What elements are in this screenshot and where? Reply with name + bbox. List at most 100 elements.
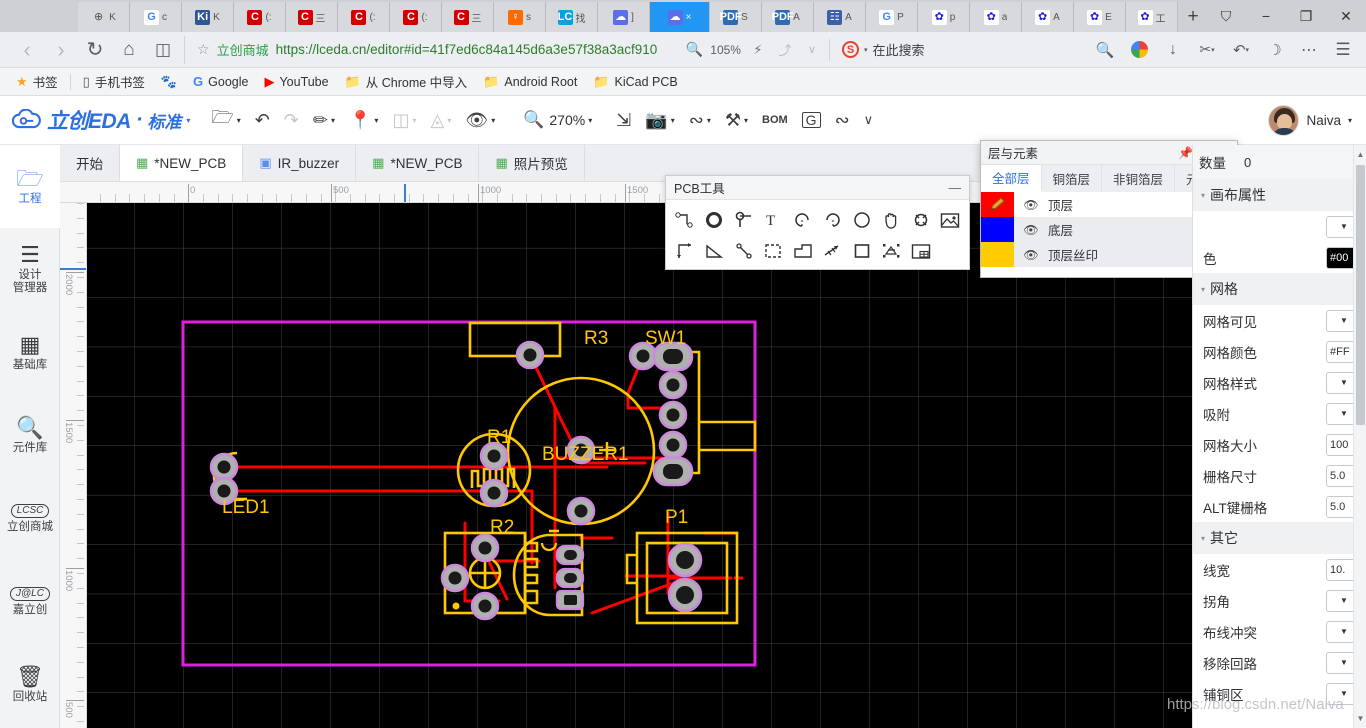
sidebar-item-jlc[interactable]: J@LC 嘉立创 [0, 560, 60, 643]
routing-conflict-row[interactable]: 布线冲突 ▼ [1193, 616, 1366, 647]
hole-icon[interactable] [906, 205, 936, 235]
new-tab-button[interactable]: + [1178, 2, 1208, 32]
maximize-button[interactable]: ❐ [1286, 0, 1326, 32]
minimize-icon[interactable]: — [949, 181, 962, 195]
bom-button[interactable]: BOM [755, 103, 795, 137]
measure-tool-button[interactable]: ◬ ▾ [423, 103, 458, 137]
circle-icon[interactable] [847, 205, 877, 235]
reload-button[interactable]: ↻ [78, 33, 112, 67]
eye-icon[interactable]: 👁 [1022, 223, 1040, 237]
canvas-prop-row-2[interactable]: 色 #00 [1193, 242, 1366, 273]
eye-icon[interactable]: 👁 [1022, 198, 1040, 212]
browser-tab[interactable]: ♀ s [494, 2, 546, 32]
net-button[interactable]: ∾ ▾ [682, 103, 718, 137]
browser-tab[interactable]: ✿ E [1074, 2, 1126, 32]
chevron-down-icon[interactable]: ▾ [186, 116, 190, 125]
import-button[interactable]: ⇲ [609, 103, 638, 137]
user-account[interactable]: Naiva ▾ [1268, 104, 1352, 136]
browser-tab[interactable]: ⊕ K [78, 2, 130, 32]
via-icon[interactable] [700, 205, 730, 235]
canvas-prop-row-1[interactable]: ▼ [1193, 211, 1366, 242]
browser-tab[interactable]: C (: [234, 2, 286, 32]
sidebar-item-component-lib[interactable]: 🔍 元件库 [0, 394, 60, 477]
image-icon[interactable] [936, 205, 966, 235]
browser-tab[interactable]: ✿ p [918, 2, 970, 32]
select-rect-icon[interactable] [759, 236, 789, 266]
bookmark-item-chrome-import[interactable]: 📁 从 Chrome 中导入 [337, 71, 476, 93]
moon-icon[interactable]: ☽ [1258, 33, 1292, 67]
browser-tab[interactable]: C三 [286, 2, 338, 32]
bookmark-item-phone[interactable]: ▯ 手机书签 [75, 71, 153, 93]
eye-icon[interactable]: 👁 [1022, 248, 1040, 262]
rect-icon[interactable] [847, 236, 877, 266]
draw-tool-button[interactable]: ✏ ▾ [306, 103, 342, 137]
pcb-drawing[interactable]: LED1 R1 R2 R3 SW1 BUZZER1 P1 [87, 203, 1192, 728]
layers-tab-copper[interactable]: 铜箔层 [1042, 165, 1103, 192]
grid-style-row[interactable]: 网格样式 ▼ [1193, 367, 1366, 398]
pin-icon[interactable]: 📌 [1178, 146, 1193, 160]
grid-color-row[interactable]: 网格颜色 #FF [1193, 336, 1366, 367]
search-input-placeholder[interactable]: 在此搜索 [873, 40, 925, 59]
snap-size-row[interactable]: 栅格尺寸 5.0 [1193, 460, 1366, 491]
hand-icon[interactable] [877, 205, 907, 235]
browser-tab[interactable]: PDF A [762, 2, 814, 32]
scrollbar-thumb[interactable] [1356, 165, 1365, 425]
zoom-indicator-icon[interactable]: 🔍 [685, 41, 703, 59]
corner-row[interactable]: 拐角 ▼ [1193, 585, 1366, 616]
properties-scrollbar[interactable]: ▲ ▼ [1353, 145, 1366, 728]
gerber-button[interactable]: G [795, 103, 828, 137]
section-canvas-properties[interactable]: ▾ 画布属性 [1193, 179, 1366, 211]
panel-icon[interactable] [906, 236, 936, 266]
layer-color-swatch[interactable] [981, 217, 1014, 242]
more-icon[interactable]: ⋯ [1292, 33, 1326, 67]
tab-ir-buzzer[interactable]: ▣ IR_buzzer [243, 145, 357, 181]
tab-new-pcb-1[interactable]: ▦ *NEW_PCB [120, 145, 244, 181]
grid-visible-row[interactable]: 网格可见 ▼ [1193, 305, 1366, 336]
scroll-up-arrow[interactable]: ▲ [1354, 147, 1366, 162]
bookmark-item-star[interactable]: ★ 书签 [8, 71, 66, 93]
bookmark-item-google[interactable]: G Google [185, 71, 256, 93]
snap-row[interactable]: 吸附 ▼ [1193, 398, 1366, 429]
zoom-control[interactable]: 🔍 270% ▾ [516, 103, 599, 137]
share-button[interactable]: ∾ [828, 103, 857, 137]
sidebar-item-design-manager[interactable]: ☰ 设计 管理器 [0, 228, 60, 311]
download-icon[interactable]: ↓ [1156, 33, 1190, 67]
menu-icon[interactable]: ☰ [1326, 33, 1360, 67]
properties-panel[interactable]: 数量 0 ▾ 画布属性 ▼ 色 #00 ▾ 网格 网格可见 ▼ 网格颜色 #FF… [1192, 145, 1366, 728]
scroll-down-arrow[interactable]: ▼ [1354, 711, 1366, 726]
grid-size-row[interactable]: 网格大小 100 [1193, 429, 1366, 460]
bookmark-item-kicad-pcb[interactable]: 📁 KiCad PCB [585, 71, 685, 93]
layers-tab-non-copper[interactable]: 非铜箔层 [1102, 165, 1176, 192]
tab-start[interactable]: 开始 [60, 145, 120, 181]
arc-icon[interactable] [788, 205, 818, 235]
ruler-icon[interactable] [818, 236, 848, 266]
layer-color-swatch[interactable] [981, 242, 1014, 267]
lightning-icon[interactable]: ⚡ [748, 33, 768, 67]
eda-logo[interactable]: 立创EDA · 标准 ▾ [12, 105, 190, 135]
forward-button[interactable]: › [44, 33, 78, 67]
scissors-icon[interactable]: ✂ ▾ [1190, 33, 1224, 67]
line-icon[interactable] [729, 236, 759, 266]
tools-button[interactable]: ⚒ ▾ [718, 103, 755, 137]
close-button[interactable]: ✕ [1326, 0, 1366, 32]
text-icon[interactable]: T [759, 205, 789, 235]
browser-tab[interactable]: C (: [390, 2, 442, 32]
bookmark-item-android-root[interactable]: 📁 Android Root [475, 71, 585, 93]
home-button[interactable]: ⌂ [112, 33, 146, 67]
angle-icon[interactable] [700, 236, 730, 266]
chrome-ball-icon[interactable] [1122, 33, 1156, 67]
sidebar-item-recycle-bin[interactable]: 🗑 回收站 [0, 643, 60, 726]
bookmark-item-youtube[interactable]: ▶ YouTube [256, 71, 336, 93]
group-icon[interactable] [877, 236, 907, 266]
browser-tab[interactable]: C (: [338, 2, 390, 32]
view-tool-button[interactable]: 👁 ▾ [458, 103, 502, 137]
section-grid[interactable]: ▾ 网格 [1193, 273, 1366, 305]
align-tool-button[interactable]: ◫ ▾ [385, 103, 423, 137]
photo-button[interactable]: 📷 ▾ [638, 103, 681, 137]
browser-tab[interactable]: ☷ A [814, 2, 866, 32]
search-icon[interactable]: 🔍 [1088, 33, 1122, 67]
line-width-row[interactable]: 线宽 10. [1193, 554, 1366, 585]
bookmark-star-icon[interactable]: ☆ [197, 41, 210, 58]
alt-snap-row[interactable]: ALT键栅格 5.0 [1193, 491, 1366, 522]
pcb-tools-panel[interactable]: PCB工具 — T [665, 175, 970, 270]
